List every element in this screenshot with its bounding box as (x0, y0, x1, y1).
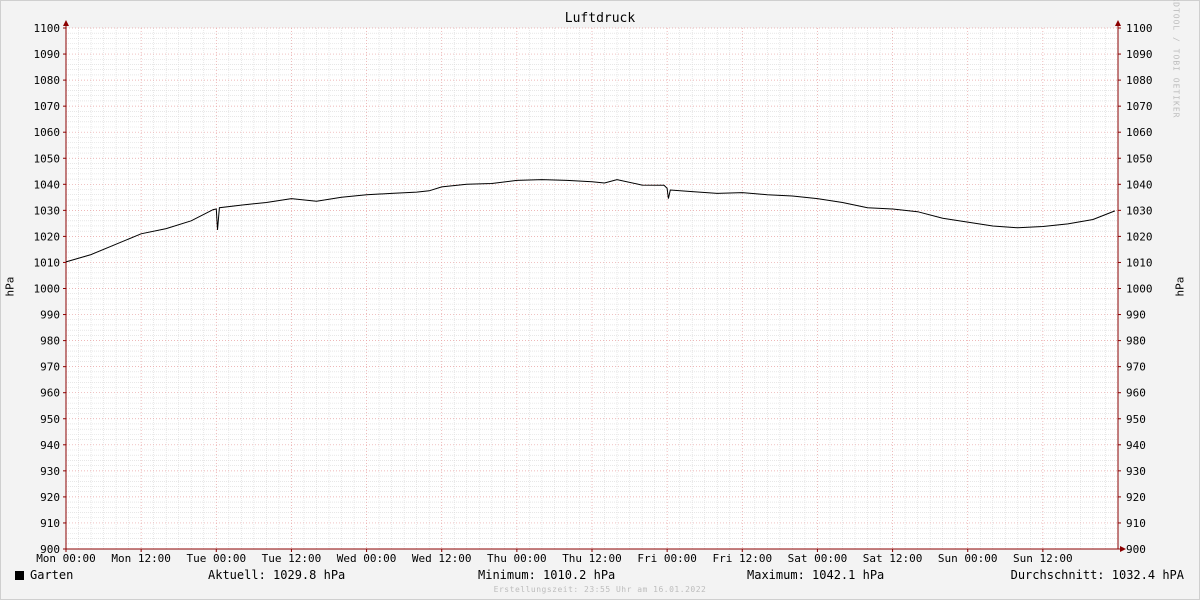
y-tick-label-left: 1020 (34, 230, 61, 243)
y-tick-label-left: 920 (40, 491, 60, 504)
y-tick-label-left: 960 (40, 387, 60, 400)
y-tick-labels-left: 9009109209309409509609709809901000101010… (34, 22, 61, 556)
y-tick-label-left: 990 (40, 309, 60, 322)
y-tick-label-left: 970 (40, 361, 60, 374)
y-tick-label-left: 950 (40, 413, 60, 426)
watermark: RRDTOOL / TOBI OETIKER (1171, 0, 1181, 119)
y-tick-label-left: 910 (40, 517, 60, 530)
y-tick-label-left: 1010 (34, 256, 61, 269)
y-tick-label-left: 940 (40, 439, 60, 452)
legend-swatch (15, 571, 24, 580)
legend-average: Durchschnitt: 1032.4 hPA (1010, 568, 1184, 582)
x-tick-label: Tue 12:00 (262, 552, 322, 565)
y-tick-label-left: 1000 (34, 283, 61, 296)
y-tick-label-left: 1060 (34, 126, 61, 139)
x-tick-label: Mon 12:00 (111, 552, 171, 565)
x-tick-label: Thu 12:00 (562, 552, 622, 565)
y-tick-label-right: 1030 (1126, 204, 1153, 217)
y-tick-label-right: 930 (1126, 465, 1146, 478)
x-tick-label: Fri 12:00 (712, 552, 772, 565)
y-tick-label-left: 1080 (34, 74, 61, 87)
y-tick-label-right: 940 (1126, 439, 1146, 452)
y-tick-label-right: 1080 (1126, 74, 1153, 87)
y-tick-label-right: 980 (1126, 335, 1146, 348)
x-tick-labels: Mon 00:00 Mon 12:00 Tue 00:00 Tue 12:00 Wed … (36, 552, 1072, 565)
y-tick-label-right: 960 (1126, 387, 1146, 400)
y-axis-label-right: hPa (1173, 276, 1187, 297)
legend-current: Aktuell: 1029.8 hPa (208, 568, 346, 582)
y-tick-label-left: 1040 (34, 178, 61, 191)
y-tick-label-left: 930 (40, 465, 60, 478)
x-tick-label: Fri 00:00 (637, 552, 697, 565)
y-tick-label-right: 910 (1126, 517, 1146, 530)
x-tick-label: Wed 00:00 (337, 552, 397, 565)
y-tick-label-right: 970 (1126, 361, 1146, 374)
y-tick-label-right: 1010 (1126, 256, 1153, 269)
y-tick-label-right: 1020 (1126, 230, 1153, 243)
legend-series-name: Garten (30, 568, 74, 582)
y-tick-label-right: 900 (1126, 543, 1146, 556)
x-tick-label: Sat 12:00 (863, 552, 923, 565)
footer-timestamp: Erstellungszeit: 23:55 Uhr am 16.01.2022 (493, 585, 707, 594)
y-tick-label-right: 950 (1126, 413, 1146, 426)
x-tick-label: Mon 00:00 (36, 552, 96, 565)
y-tick-label-right: 1050 (1126, 152, 1153, 165)
chart-canvas: 900 910 920 930 940 950 960 970 980 990 1000 1010 10… (34, 20, 1153, 565)
legend-minimum: Minimum: 1010.2 hPa (478, 568, 616, 582)
y-axis-label-left: hPa (3, 276, 17, 297)
y-tick-label-right: 920 (1126, 491, 1146, 504)
y-tick-label-left: 1090 (34, 48, 61, 61)
y-tick-label-left: 1030 (34, 204, 61, 217)
x-tick-label: Tue 00:00 (186, 552, 246, 565)
x-tick-label: Sun 00:00 (938, 552, 998, 565)
y-tick-label-right: 1090 (1126, 48, 1153, 61)
y-tick-label-right: 1000 (1126, 283, 1153, 296)
y-tick-label-left: 980 (40, 335, 60, 348)
x-tick-label: Sat 00:00 (788, 552, 848, 565)
y-tick-label-left: 1070 (34, 100, 61, 113)
legend: Garten Aktuell: 1029.8 hPa Minimum: 1010… (0, 568, 1200, 584)
x-tick-label: Wed 12:00 (412, 552, 472, 565)
y-tick-labels-right: 900 910 920 930 940 950 960 970 980 990 1000 1010 10… (1126, 22, 1153, 556)
y-tick-label-right: 1070 (1126, 100, 1153, 113)
y-tick-label-right: 990 (1126, 309, 1146, 322)
y-tick-label-right: 1060 (1126, 126, 1153, 139)
y-tick-label-left: 1050 (34, 152, 61, 165)
y-tick-label-right: 1040 (1126, 178, 1153, 191)
legend-maximum: Maximum: 1042.1 hPa (747, 568, 885, 582)
x-tick-label: Thu 00:00 (487, 552, 547, 565)
x-tick-label: Sun 12:00 (1013, 552, 1073, 565)
chart-title: Luftdruck (564, 11, 636, 26)
